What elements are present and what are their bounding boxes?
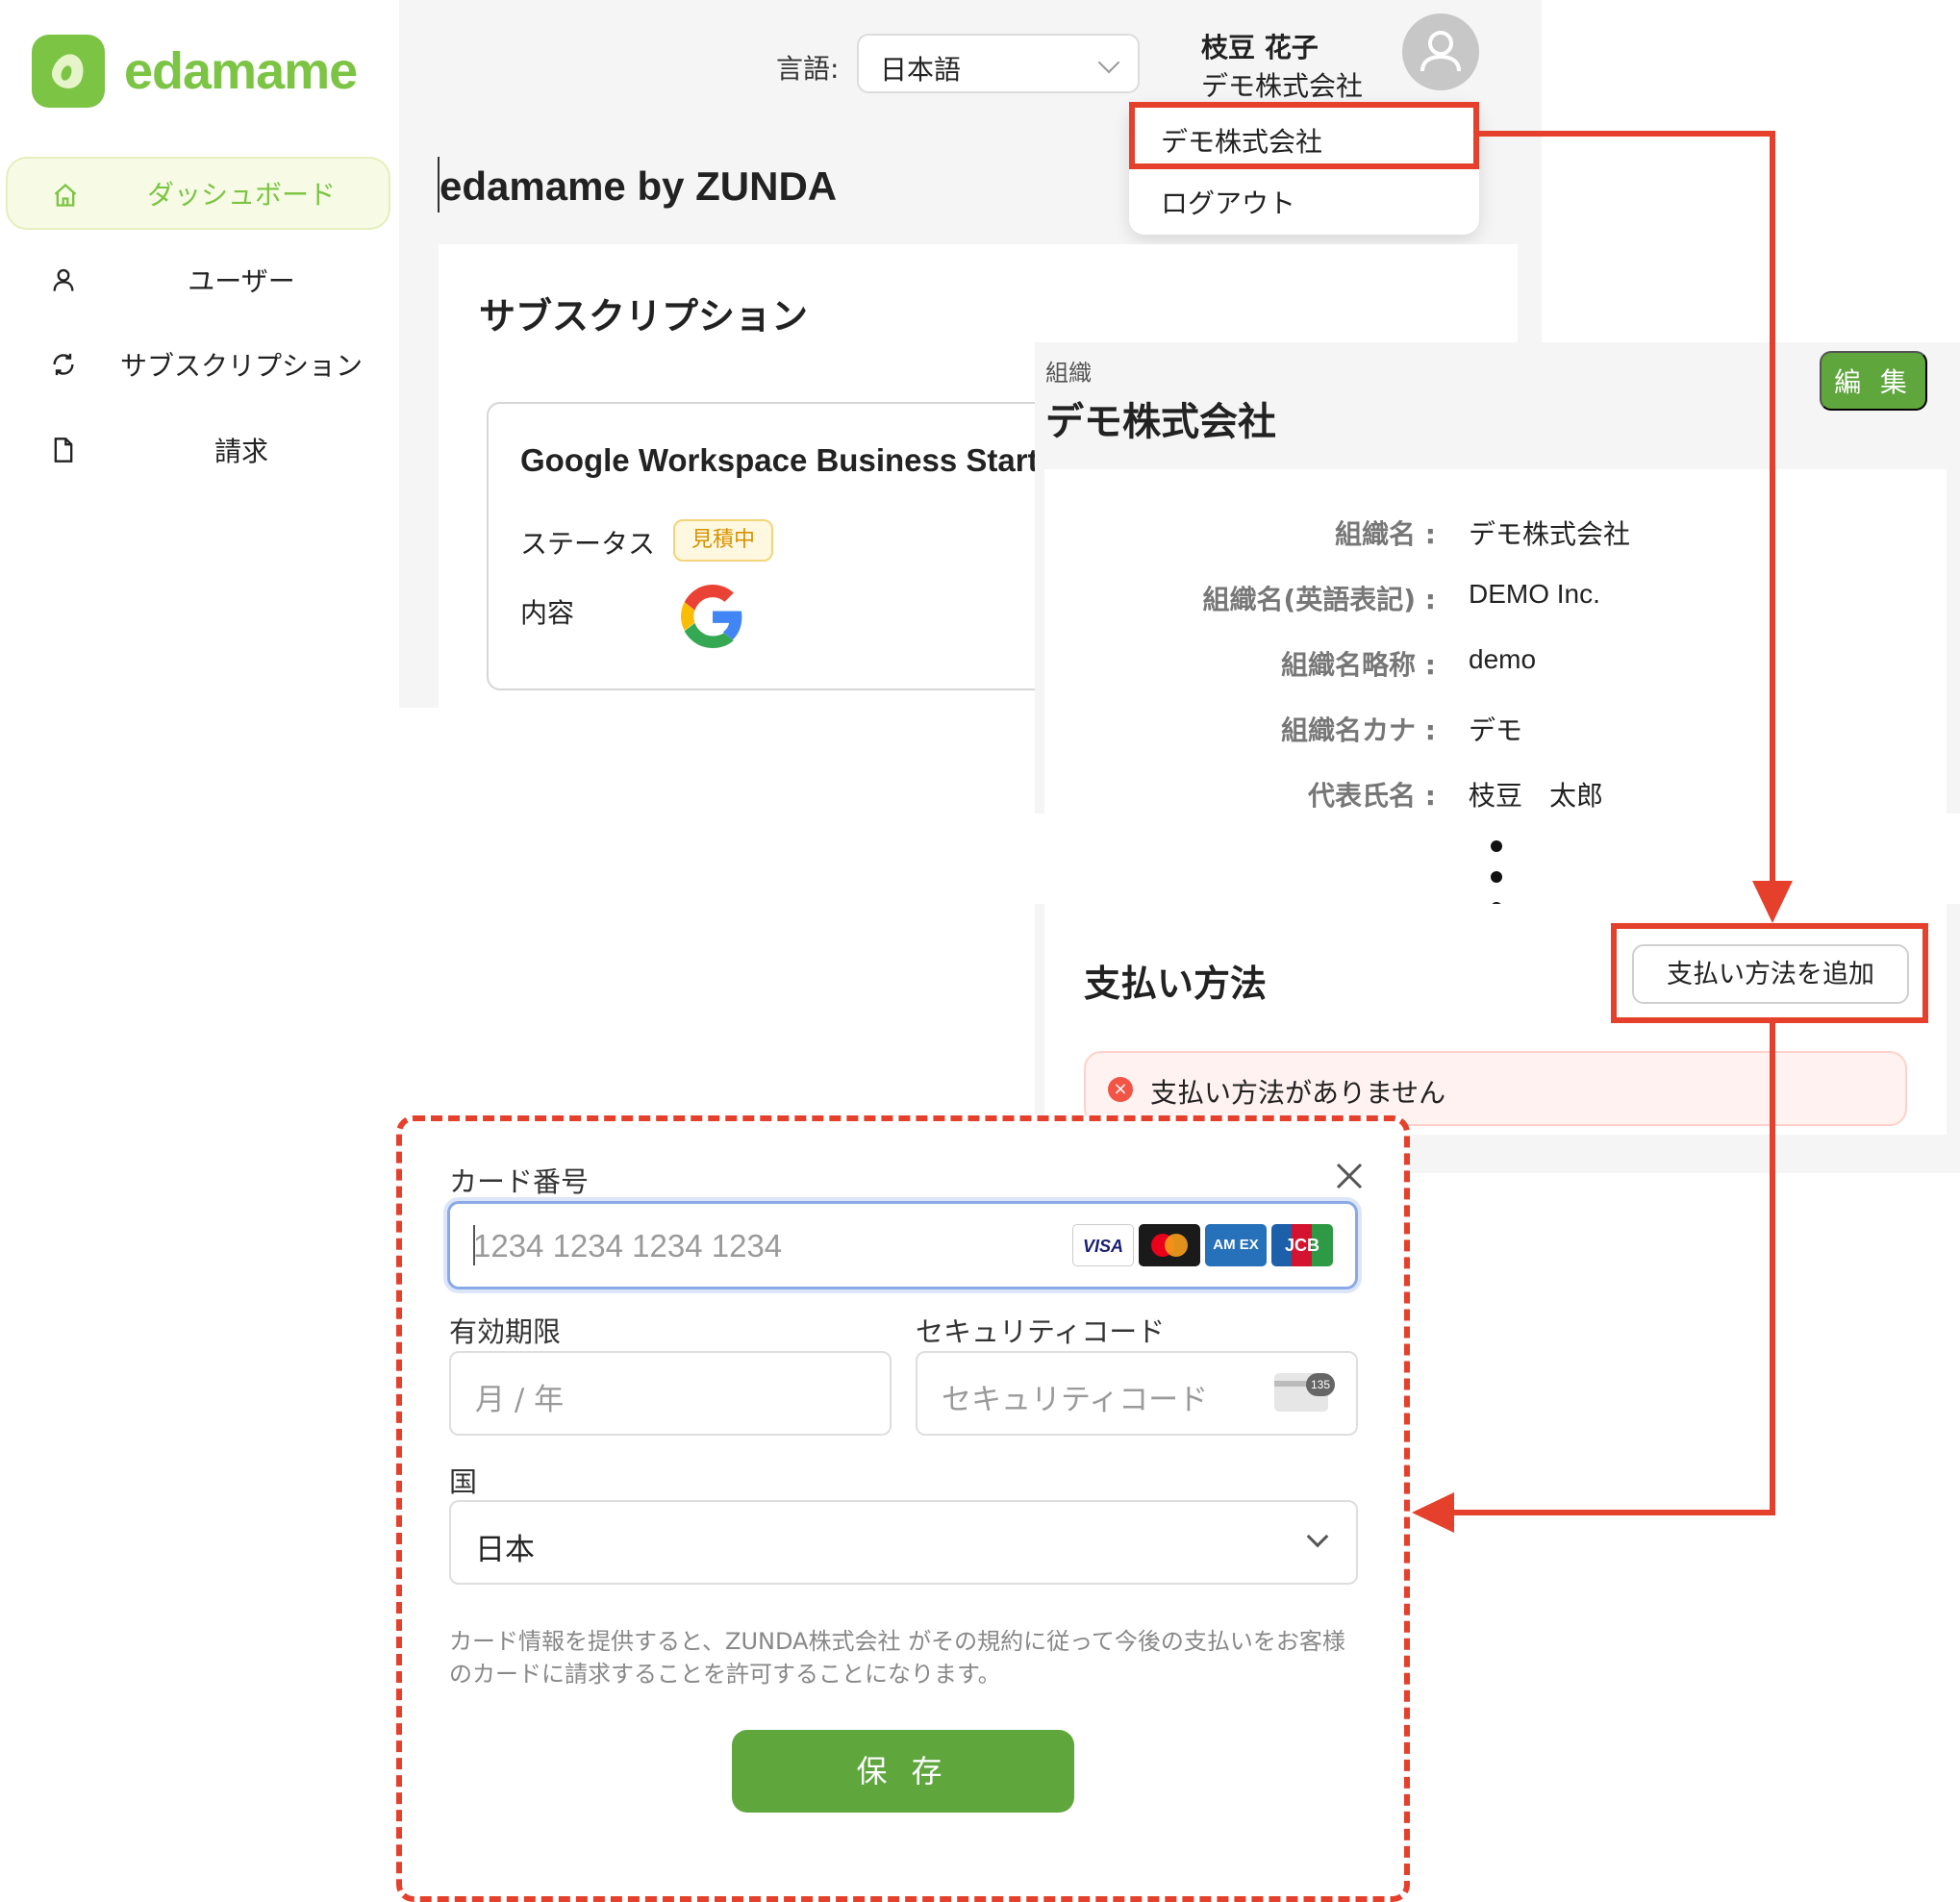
field-value: デモ (1469, 714, 1523, 746)
avatar[interactable] (1402, 13, 1479, 90)
subscription-product-name: Google Workspace Business Starte (520, 442, 1056, 478)
country-select[interactable] (449, 1500, 1358, 1585)
user-icon (53, 268, 74, 291)
organization-kicker: 組織 (1045, 360, 1092, 387)
card-number-placeholder: 1234 1234 1234 1234 (473, 1228, 783, 1264)
highlight-box-organization (1129, 102, 1479, 169)
connector-line (1452, 1510, 1775, 1515)
language-value: 日本語 (880, 54, 962, 86)
content-label: 内容 (520, 597, 575, 629)
ellipsis-dot (1491, 871, 1502, 883)
text-cursor (473, 1225, 475, 1265)
home-icon (54, 183, 77, 207)
user-name: 枝豆 花子 (1201, 32, 1319, 63)
cvc-placeholder: セキュリティコード (942, 1383, 1209, 1417)
field-label: 代表氏名 : (1308, 780, 1436, 812)
field-value: 枝豆 太郎 (1469, 780, 1604, 812)
card-terms-text: カード情報を提供すると、ZUNDA株式会社 がその規約に従って今後の支払いをお客… (449, 1628, 1345, 1688)
status-badge: 見積中 (673, 519, 773, 562)
card-number-label: カード番号 (449, 1165, 590, 1198)
sidebar-item-users[interactable]: ユーザー (6, 243, 390, 316)
sidebar-item-dashboard[interactable]: ダッシュボード (6, 157, 390, 230)
language-label: 言語: (776, 53, 840, 85)
arrow-down-icon (1752, 881, 1793, 923)
mastercard-logo-icon (1139, 1224, 1200, 1266)
arrow-left-icon (1412, 1492, 1454, 1533)
user-org: デモ株式会社 (1201, 70, 1364, 102)
google-logo-icon (681, 585, 742, 648)
connector-line (1479, 131, 1775, 137)
save-button[interactable]: 保 存 (732, 1730, 1074, 1813)
field-value: DEMO Inc. (1469, 579, 1600, 609)
highlight-box-add-payment (1611, 923, 1928, 1023)
connector-line (1770, 1023, 1775, 1515)
menu-item-logout[interactable]: ログアウト (1161, 183, 1295, 221)
close-icon[interactable] (1334, 1161, 1365, 1191)
document-icon (54, 438, 73, 463)
amex-logo-icon: AM EX (1205, 1224, 1267, 1266)
sidebar-item-subscription[interactable]: サブスクリプション (6, 328, 390, 401)
status-label: ステータス (520, 528, 656, 560)
sidebar-item-label: サブスクリプション (119, 350, 363, 382)
edit-button[interactable]: 編 集 (1820, 351, 1927, 411)
field-value: demo (1469, 644, 1537, 674)
ellipsis-dot (1491, 840, 1502, 852)
field-label: 組織名 : (1335, 518, 1436, 550)
sidebar: edamame ダッシュボード ユーザー サブスクリプション 請求 (0, 0, 399, 708)
field-label: 組織名カナ : (1281, 714, 1436, 746)
connector-line (1770, 131, 1775, 890)
edamame-logo-icon (32, 35, 105, 108)
sidebar-item-label: ダッシュボード (146, 179, 336, 211)
logo-text: edamame (124, 42, 358, 100)
payment-title: 支払い方法 (1084, 963, 1268, 1005)
app-logo[interactable]: edamame (32, 35, 358, 108)
subscription-title: サブスクリプション (479, 295, 809, 338)
cvc-label: セキュリティコード (916, 1315, 1166, 1348)
jcb-logo-icon: JCB (1271, 1224, 1333, 1266)
cvc-badge: 135 (1306, 1373, 1335, 1396)
language-select[interactable]: 日本語 (857, 34, 1140, 93)
error-icon: × (1108, 1077, 1133, 1102)
page-title: edamame by ZUNDA (440, 163, 838, 209)
chevron-down-icon (1097, 51, 1120, 74)
country-label: 国 (449, 1465, 478, 1498)
sidebar-item-label: ユーザー (188, 265, 295, 297)
refresh-icon (53, 353, 74, 376)
organization-name-heading: デモ株式会社 (1045, 400, 1276, 444)
sidebar-item-label: 請求 (214, 436, 268, 467)
user-avatar-icon (1420, 31, 1461, 72)
field-label: 組織名略称 : (1281, 649, 1436, 681)
expiry-placeholder: 月 / 年 (475, 1383, 565, 1417)
sidebar-item-billing[interactable]: 請求 (6, 413, 390, 487)
visa-logo-icon: VISA (1072, 1224, 1134, 1266)
field-label: 組織名(英語表記) : (1202, 584, 1436, 615)
field-value: デモ株式会社 (1469, 518, 1631, 550)
no-payment-message: 支払い方法がありません (1150, 1077, 1446, 1109)
expiry-label: 有効期限 (449, 1315, 562, 1348)
country-value: 日本 (475, 1533, 535, 1567)
